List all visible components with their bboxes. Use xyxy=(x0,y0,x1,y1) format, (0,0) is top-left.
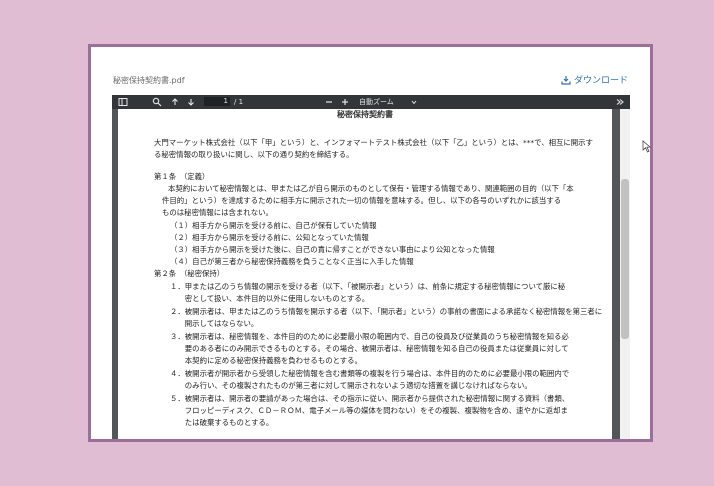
article2-item: 密として扱い、本件目的以外に使用しないものとする。 xyxy=(170,294,370,303)
previous-page-icon[interactable] xyxy=(170,97,180,107)
article1-item: （１）相手方から開示を受ける前に、自己が保有していた情報 xyxy=(170,221,377,230)
pdf-preview-modal: 秘密保持契約書.pdf ダウンロード 秘密保持契約書 大門マーケット株式会社（以… xyxy=(88,44,653,442)
article2-item: ５．被開示者は、開示者の要請があった場合は、その指示に従い、開示者から提供された… xyxy=(170,394,570,403)
document-title: 秘密保持契約書 xyxy=(337,110,393,119)
mouse-cursor-icon xyxy=(642,138,652,157)
article1-item: （３）相手方から開示を受けた後に、自己の責に帰すことができない事由により公知とな… xyxy=(170,245,495,254)
pdf-toolbar: 1 / 1 自動ズーム xyxy=(112,95,630,109)
zoom-in-icon[interactable] xyxy=(340,97,350,107)
next-page-icon[interactable] xyxy=(186,97,196,107)
scrollbar-thumb[interactable] xyxy=(621,179,629,339)
pdf-page: 秘密保持契約書 大門マーケット株式会社（以下「甲」という）と、インフォマートテス… xyxy=(118,109,612,439)
sidebar-toggle-icon[interactable] xyxy=(118,97,128,107)
file-name: 秘密保持契約書.pdf xyxy=(113,76,185,85)
article2-item: フロッピーディスク、ＣＤ－ＲＯＭ、電子メール等の媒体を問わない）をその複製、複製… xyxy=(170,406,568,415)
viewer-scrollbar[interactable] xyxy=(620,109,630,439)
search-icon[interactable] xyxy=(152,97,162,107)
article1-heading: 第１条 （定義） xyxy=(154,172,210,181)
modal-header: 秘密保持契約書.pdf ダウンロード xyxy=(91,47,650,95)
article2-item: ３．被開示者は、秘密情報を、本件目的のために必要最小限の範囲内で、自己の役員及び… xyxy=(170,332,569,341)
page-number-input[interactable]: 1 xyxy=(204,97,230,106)
article2-item: ４．被開示者が開示者から受領した秘密情報を含む書類等の複製を行う場合は、本件目的… xyxy=(170,369,570,378)
pdf-viewer: 秘密保持契約書 大門マーケット株式会社（以下「甲」という）と、インフォマートテス… xyxy=(112,95,630,439)
tools-menu-icon[interactable] xyxy=(615,97,625,107)
article2-item: たは破棄するものとする。 xyxy=(170,418,274,427)
document-intro: 大門マーケット株式会社（以下「甲」という）と、インフォマートテスト株式会社（以下… xyxy=(154,138,593,159)
article2-heading: 第２条 （秘密保持） xyxy=(154,269,225,278)
article2-item: １．甲または乙のうち情報の開示を受ける者（以下、「被開示者」という）は、前条に規… xyxy=(170,282,566,291)
page-total: / 1 xyxy=(234,98,244,106)
article1-line: 件目的」という）を達成するために相手方に開示された一切の情報を意味する。但し、以… xyxy=(162,196,562,205)
article1-line: ものは秘密情報には含まれない。 xyxy=(162,208,273,217)
zoom-select[interactable]: 自動ズーム xyxy=(359,97,394,107)
article1-item: （２）相手方から開示を受ける前に、公知となっていた情報 xyxy=(170,233,369,242)
article2-item: ２．被開示者は、甲または乙のうち情報を開示する者（以下、「開示者」という）の事前… xyxy=(170,307,603,316)
article1-item: （４）自己が第三者から秘密保持義務を負うことなく正当に入手した情報 xyxy=(170,257,414,266)
article1-line: 本契約において秘密情報とは、甲または乙が自ら開示のものとして保有・管理する情報で… xyxy=(168,184,574,193)
article2-item: 開示してはならない。 xyxy=(170,319,259,328)
article2-item: 本契約に定める秘密保持義務を負わせるものとする。 xyxy=(170,356,362,365)
article2-item: 要のある者にのみ開示できるものとする。その場合、被開示者は、秘密情報を知る自己の… xyxy=(170,344,569,353)
download-link[interactable]: ダウンロード xyxy=(561,73,628,86)
zoom-out-icon[interactable] xyxy=(324,97,334,107)
download-label: ダウンロード xyxy=(573,76,628,86)
download-icon xyxy=(561,75,571,85)
zoom-dropdown-icon[interactable] xyxy=(410,97,418,107)
article2-item: のみ行い、その複製されたものが第三者に対して開示されないよう適切な措置を講じなけ… xyxy=(170,381,532,390)
